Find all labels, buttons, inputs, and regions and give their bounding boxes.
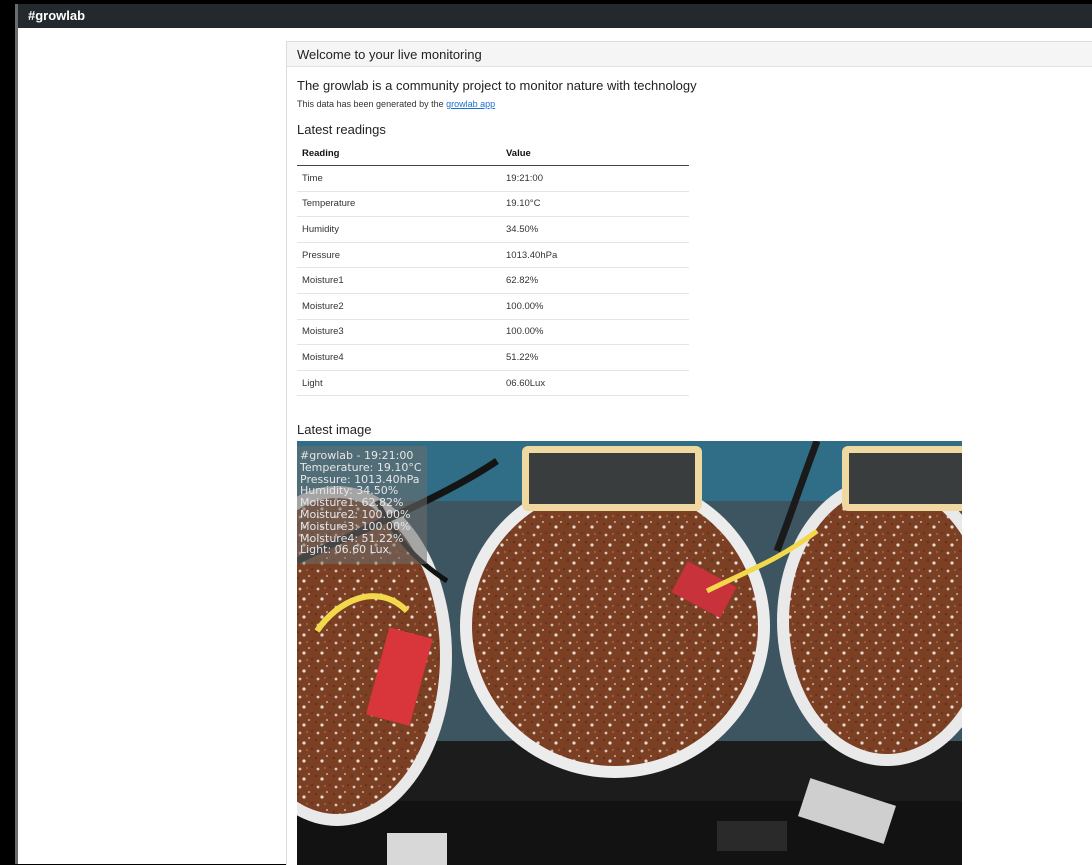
intro-subtitle: This data has been generated by the grow… (297, 99, 495, 109)
column-header-reading: Reading (297, 142, 502, 166)
reading-value-cell: 1013.40hPa (502, 242, 689, 269)
reading-value-cell: 34.50% (502, 216, 689, 243)
table-row: Moisture3 100.00% (297, 319, 689, 346)
reading-name-cell: Moisture1 (297, 267, 502, 294)
reading-name-cell: Moisture4 (297, 344, 502, 371)
card-header: Welcome to your live monitoring (287, 42, 1092, 67)
reading-name-cell: Moisture3 (297, 319, 502, 346)
growlab-app-link[interactable]: growlab app (446, 99, 495, 109)
page-body: Welcome to your live monitoring The grow… (18, 28, 1092, 865)
table-row: Temperature 19.10°C (297, 191, 689, 218)
overlay-line: Light: 06.60 Lux (300, 543, 390, 557)
overlay-line: Moisture3: 100.00% (300, 519, 411, 533)
table-row: Moisture4 51.22% (297, 344, 689, 371)
table-row: Humidity 34.50% (297, 216, 689, 243)
reading-value-cell: 100.00% (502, 319, 689, 346)
intro-subtitle-text: This data has been generated by the (297, 99, 447, 109)
top-bar: #growlab (18, 4, 1092, 28)
latest-image: #growlab - 19:21:00 Temperature: 19.10°C P… (297, 441, 962, 865)
reading-value-cell: 51.22% (502, 344, 689, 371)
column-header-value: Value (502, 142, 689, 166)
reading-value-cell: 19:21:00 (502, 165, 689, 192)
table-row: Light 06.60Lux (297, 370, 689, 397)
monitoring-card: Welcome to your live monitoring The grow… (286, 41, 1092, 865)
table-row: Time 19:21:00 (297, 165, 689, 192)
reading-value-cell: 06.60Lux (502, 370, 689, 397)
readings-header-row: Reading Value (297, 142, 689, 166)
overlay-line: Temperature: 19.10°C (300, 460, 422, 474)
reading-value-cell: 100.00% (502, 293, 689, 320)
reading-name-cell: Light (297, 370, 502, 397)
latest-readings-title: Latest readings (297, 122, 386, 137)
intro-title: The growlab is a community project to mo… (297, 78, 697, 93)
table-row: Pressure 1013.40hPa (297, 242, 689, 269)
overlay-line: Moisture2: 100.00% (300, 507, 411, 521)
reading-name-cell: Temperature (297, 191, 502, 218)
readings-body: Time 19:21:00 Temperature 19.10°C Humidity 34… (297, 165, 689, 397)
card-header-title: Welcome to your live monitoring (297, 47, 482, 62)
readings-table: Reading Value Time 19:21:00 Temperature 19.… (297, 142, 689, 397)
reading-value-cell: 19.10°C (502, 191, 689, 218)
reading-name-cell: Time (297, 165, 502, 192)
reading-name-cell: Humidity (297, 216, 502, 243)
app-title[interactable]: #growlab (28, 8, 85, 23)
reading-value-cell: 62.82% (502, 267, 689, 294)
latest-image-title: Latest image (297, 422, 372, 437)
table-row: Moisture2 100.00% (297, 293, 689, 320)
reading-name-cell: Pressure (297, 242, 502, 269)
reading-name-cell: Moisture2 (297, 293, 502, 320)
table-row: Moisture1 62.82% (297, 267, 689, 294)
image-overlay-text: #growlab - 19:21:00 Temperature: 19.10°C P… (297, 446, 427, 564)
